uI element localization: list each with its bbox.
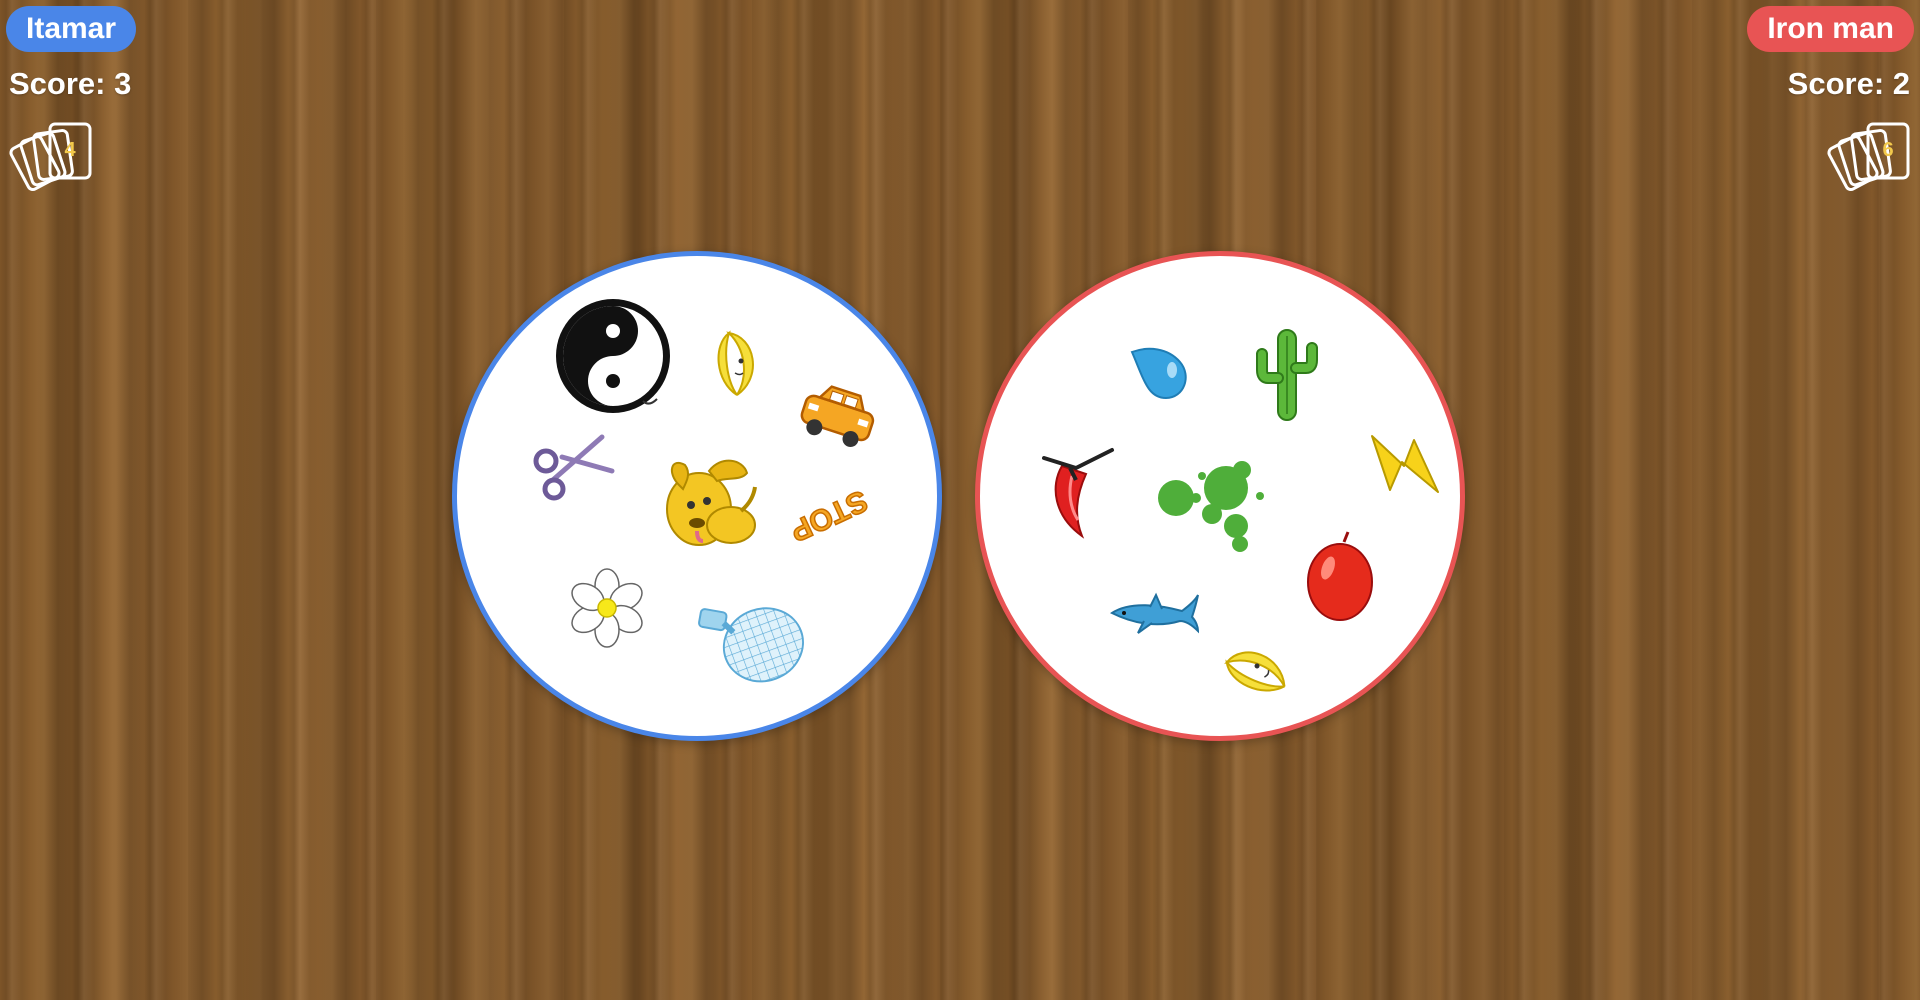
crescent-moon-icon[interactable]: [707, 330, 761, 399]
green-splash-icon[interactable]: [1156, 456, 1276, 556]
player-score-right: Score: 2: [1787, 66, 1910, 101]
deck-count-right: 6: [1882, 139, 1894, 161]
card-deck-right: 6: [1824, 118, 1910, 202]
glass-bottle-icon[interactable]: [688, 575, 824, 703]
lightning-bolt-icon[interactable]: [1368, 432, 1444, 498]
daisy-flower-icon[interactable]: [565, 566, 649, 650]
yin-yang-icon[interactable]: [553, 296, 673, 416]
chili-pepper-icon[interactable]: [1040, 446, 1120, 542]
deck-count-left: 4: [64, 139, 76, 161]
cactus-icon[interactable]: [1256, 326, 1318, 424]
crescent-moon-icon[interactable]: [1214, 634, 1300, 715]
player-card-right: [975, 251, 1465, 741]
player-name-badge-right: Iron man: [1747, 6, 1914, 52]
water-drop-icon[interactable]: [1128, 344, 1194, 402]
red-balloon-icon[interactable]: [1302, 528, 1376, 624]
dolphin-icon[interactable]: [1110, 591, 1200, 641]
svg-text:STOP: STOP: [785, 483, 872, 547]
stop-sign-icon[interactable]: STOP: [782, 480, 875, 552]
scissors-icon[interactable]: [532, 431, 616, 501]
taxi-car-icon[interactable]: [790, 375, 887, 457]
card-deck-left: 4: [6, 118, 92, 202]
yellow-dog-icon[interactable]: [657, 451, 761, 559]
player-name-badge-left: Itamar: [6, 6, 137, 52]
player-card-left: STOP: [452, 251, 942, 741]
player-score-left: Score: 3: [9, 66, 132, 101]
